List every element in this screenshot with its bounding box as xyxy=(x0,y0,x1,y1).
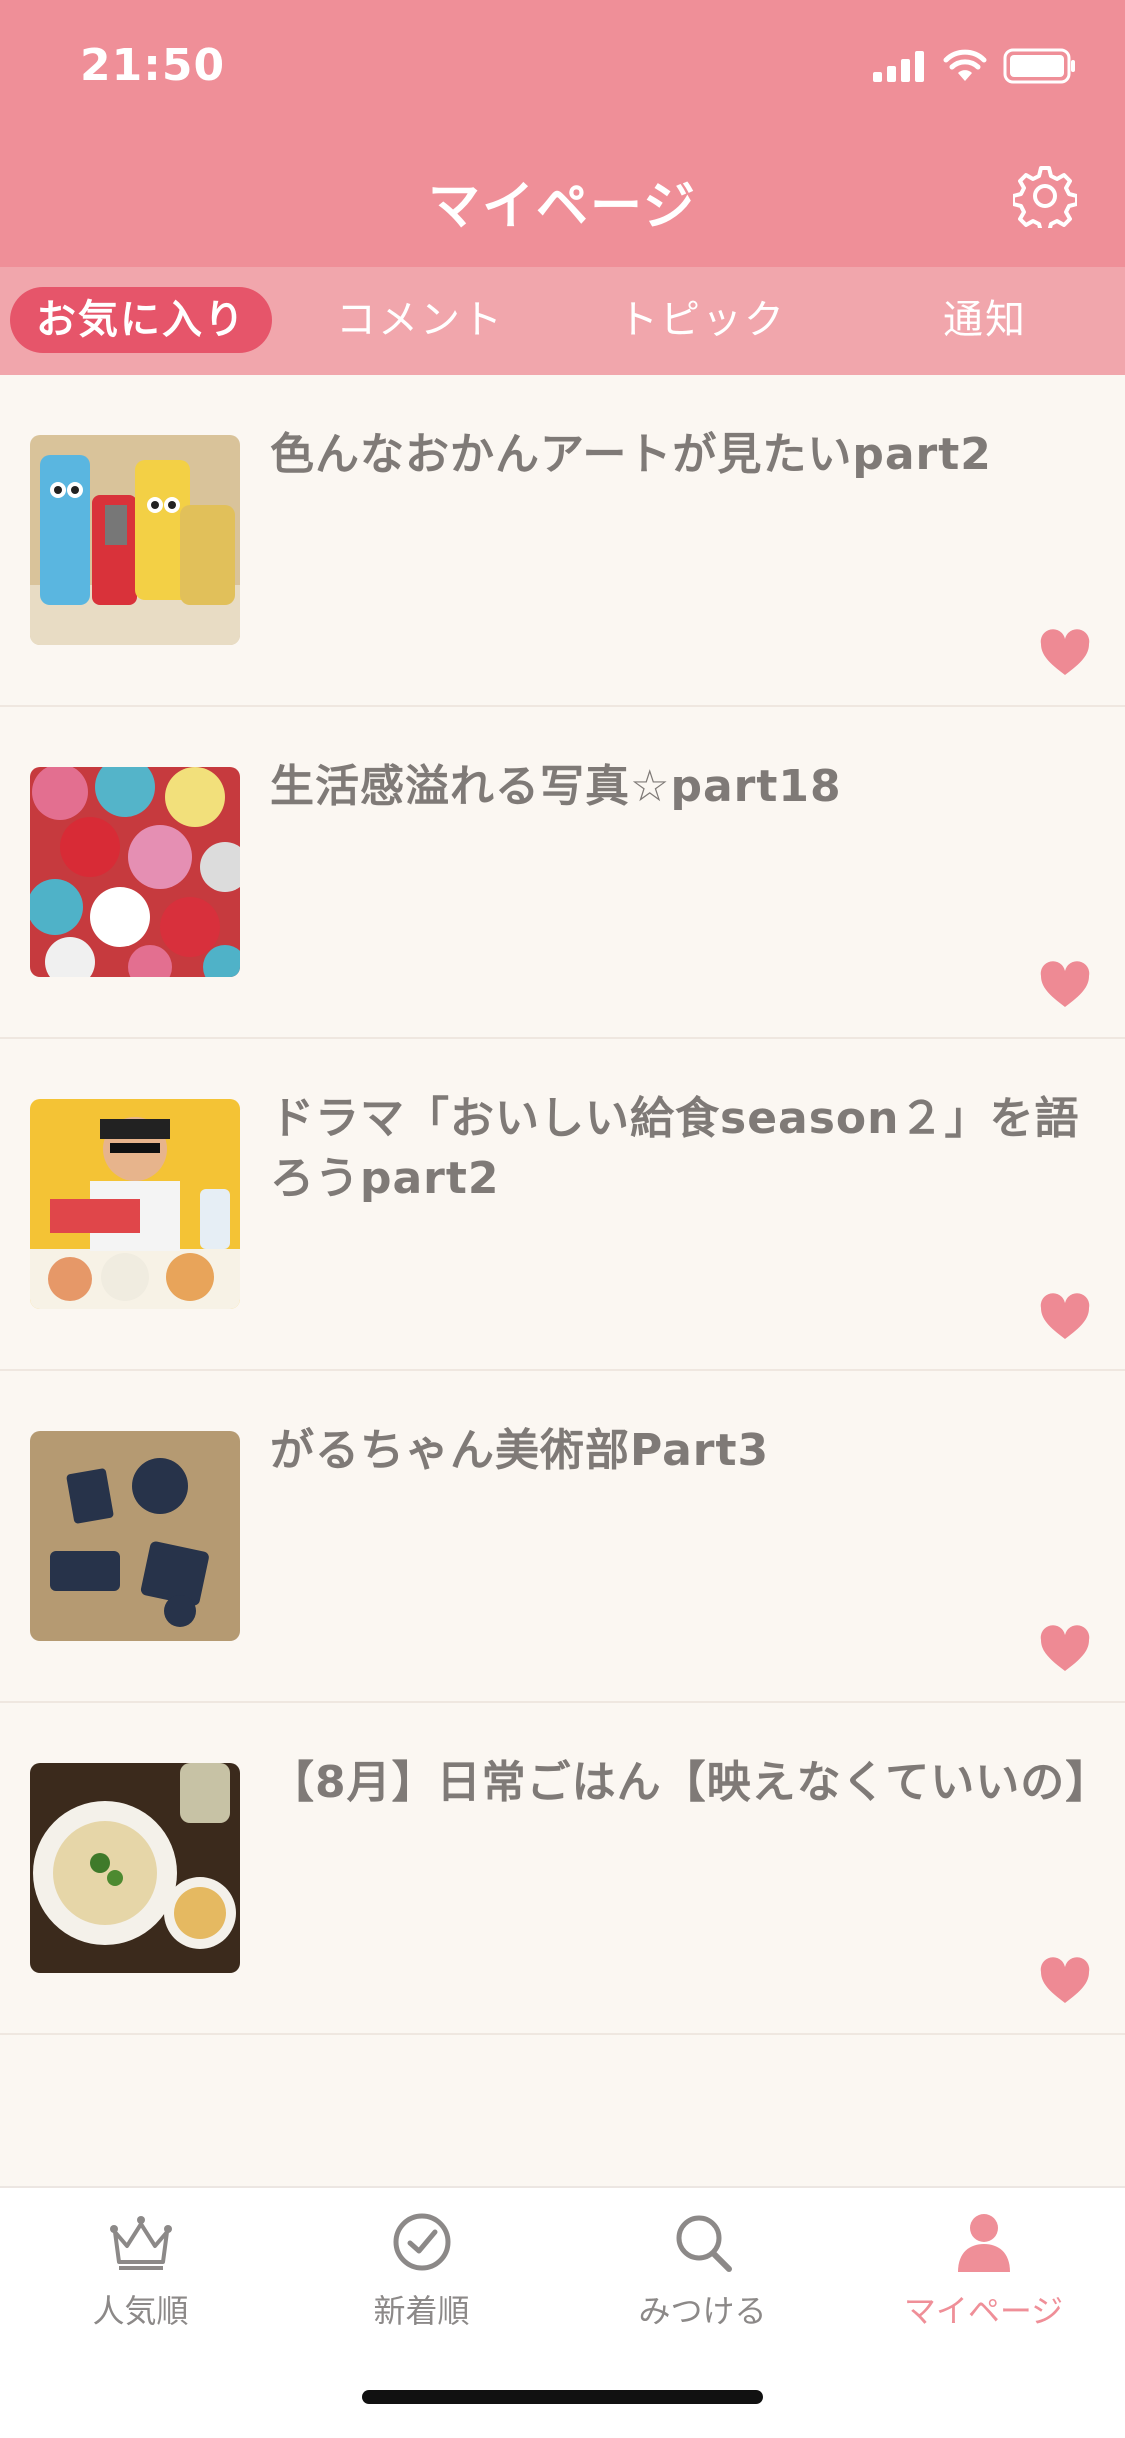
clock-check-icon xyxy=(393,2213,450,2271)
battery-icon xyxy=(1003,48,1075,84)
segment-tabs: お気に入り コメント トピック 通知 xyxy=(0,267,1125,375)
status-bar: 21:50 xyxy=(0,0,1125,130)
tabbar-label: みつける xyxy=(638,2292,767,2330)
tab-favorites[interactable]: お気に入り xyxy=(10,287,272,353)
topic-thumbnail xyxy=(30,767,240,977)
topic-title: 生活感溢れる写真☆part18 xyxy=(270,761,842,812)
heart-icon[interactable] xyxy=(1039,1957,1091,2005)
list-item[interactable]: がるちゃん美術部Part3 xyxy=(0,1371,1125,1703)
tabbar-label: マイページ xyxy=(903,2292,1064,2330)
status-time: 21:50 xyxy=(80,40,226,91)
wifi-icon xyxy=(943,49,987,81)
tabbar-popular[interactable]: 人気順 xyxy=(0,2212,281,2332)
tabbar-label: 新着順 xyxy=(373,2292,470,2330)
topic-thumbnail xyxy=(30,1431,240,1641)
heart-icon[interactable] xyxy=(1039,629,1091,677)
signal-icon xyxy=(873,51,924,82)
tab-topics[interactable]: トピック xyxy=(582,287,822,353)
list-item[interactable]: 色んなおかんアートが見たいpart2 xyxy=(0,375,1125,707)
person-icon xyxy=(957,2214,1010,2272)
tabbar-label: 人気順 xyxy=(92,2292,189,2330)
topic-title: ドラマ「おいしい給食season２」を語ろうpart2 xyxy=(270,1093,1080,1204)
topic-thumbnail xyxy=(30,1763,240,1973)
tabbar-discover[interactable]: みつける xyxy=(562,2212,843,2332)
gear-icon[interactable] xyxy=(1013,164,1077,228)
page-title: マイページ xyxy=(428,177,697,237)
heart-icon[interactable] xyxy=(1039,1293,1091,1341)
tabbar-mypage[interactable]: マイページ xyxy=(843,2212,1124,2332)
topic-title: がるちゃん美術部Part3 xyxy=(270,1425,770,1476)
heart-icon[interactable] xyxy=(1039,961,1091,1009)
favorites-list: 色んなおかんアートが見たいpart2 生活感溢れる写真☆part18 ドラマ「お… xyxy=(0,375,1125,2035)
status-icons xyxy=(873,48,1077,84)
topic-thumbnail xyxy=(30,435,240,645)
home-indicator xyxy=(362,2390,763,2404)
list-item[interactable]: 生活感溢れる写真☆part18 xyxy=(0,707,1125,1039)
list-item[interactable]: ドラマ「おいしい給食season２」を語ろうpart2 xyxy=(0,1039,1125,1371)
search-icon xyxy=(676,2215,732,2272)
nav-bar: マイページ xyxy=(0,130,1125,267)
tab-comments[interactable]: コメント xyxy=(300,287,540,353)
topic-title: 【8月】日常ごはん【映えなくていいの】 xyxy=(270,1757,1111,1808)
topic-thumbnail xyxy=(30,1099,240,1309)
tab-notifications[interactable]: 通知 xyxy=(865,287,1105,353)
tabbar-newest[interactable]: 新着順 xyxy=(281,2212,562,2332)
list-item[interactable]: 【8月】日常ごはん【映えなくていいの】 xyxy=(0,1703,1125,2035)
topic-title: 色んなおかんアートが見たいpart2 xyxy=(270,429,992,480)
crown-icon xyxy=(109,2216,172,2270)
heart-icon[interactable] xyxy=(1039,1625,1091,1673)
